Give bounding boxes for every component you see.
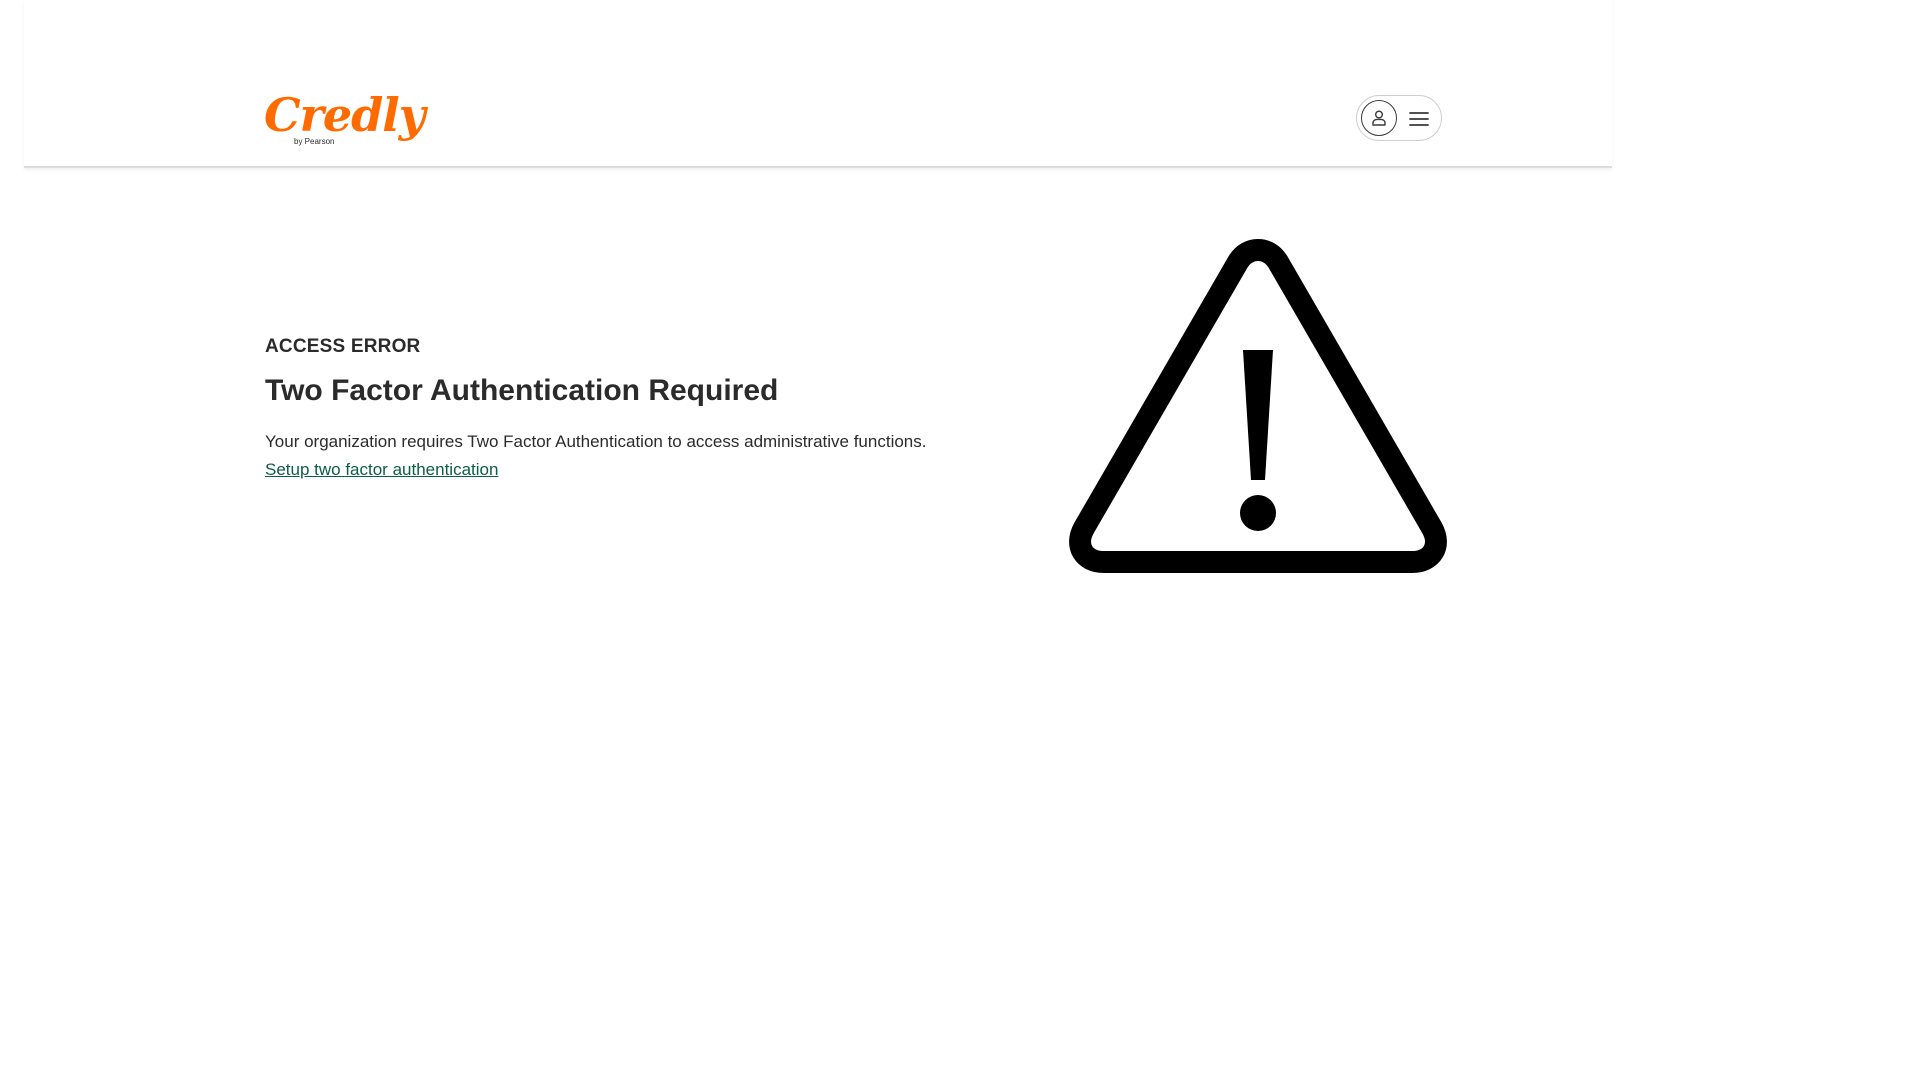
error-content: ACCESS ERROR Two Factor Authentication R… <box>265 335 1025 481</box>
logo-byline: by Pearson <box>294 137 335 146</box>
account-menu-button[interactable] <box>1356 95 1442 141</box>
error-message: Your organization requires Two Factor Au… <box>265 432 927 451</box>
hamburger-menu-icon <box>1409 109 1429 129</box>
error-title: Two Factor Authentication Required <box>265 374 779 407</box>
page: Credly by Pearson ACCESS ERROR Two Facto… <box>0 0 1920 1080</box>
credly-logo[interactable]: Credly by Pearson <box>264 90 425 156</box>
logo-wordmark: Credly <box>264 88 425 142</box>
warning-triangle-icon <box>1068 238 1448 574</box>
error-eyebrow: ACCESS ERROR <box>265 336 421 357</box>
setup-2fa-link[interactable]: Setup two factor authentication <box>265 459 498 481</box>
site-header: Credly by Pearson <box>24 0 1612 168</box>
user-icon <box>1361 100 1397 136</box>
